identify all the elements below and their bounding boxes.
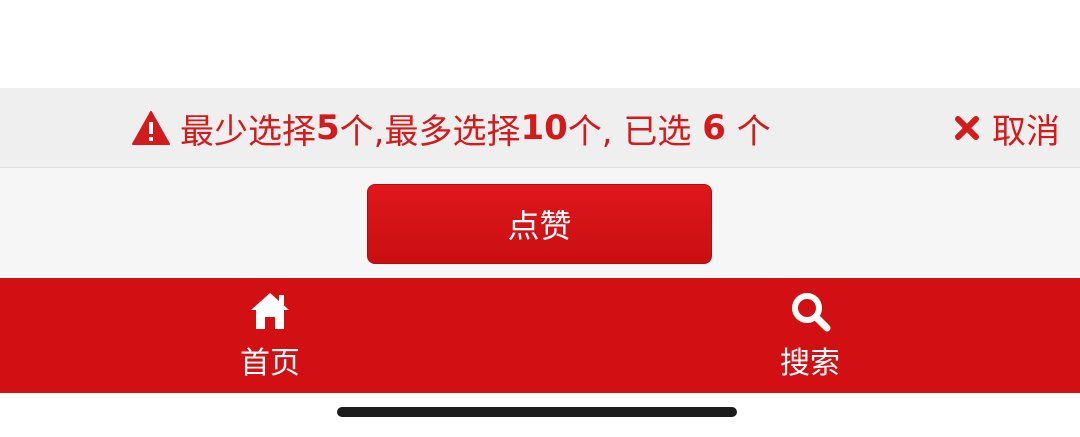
- cancel-button[interactable]: 取消: [954, 88, 1060, 168]
- search-icon: [792, 292, 831, 331]
- like-button-label: 点赞: [507, 207, 572, 245]
- tab-search[interactable]: 搜索: [720, 278, 900, 393]
- selection-notice-bar: 最少选择 5 个,最多选择 10 个, 已选 6 个 取消: [0, 88, 1080, 168]
- notice-prefix: 最少选择: [180, 111, 316, 152]
- cancel-label: 取消: [992, 111, 1060, 152]
- notice-min-count: 5: [316, 108, 340, 148]
- selection-notice: 最少选择 5 个,最多选择 10 个, 已选 6 个: [132, 88, 771, 168]
- home-indicator[interactable]: [337, 407, 737, 417]
- notice-selected-label: 个, 已选: [567, 111, 703, 152]
- bottom-tabbar: 首页 搜索: [0, 278, 1080, 393]
- home-indicator-area: [0, 393, 1080, 437]
- close-icon: [955, 116, 979, 140]
- notice-suffix: 个: [725, 111, 771, 152]
- notice-mid: 个,最多选择: [339, 111, 521, 152]
- home-icon: [251, 292, 289, 329]
- notice-max-count: 10: [520, 108, 568, 148]
- tab-home-label: 首页: [240, 345, 300, 381]
- action-area: 点赞: [0, 168, 1080, 278]
- tab-home[interactable]: 首页: [180, 278, 360, 393]
- notice-selected-count: 6: [702, 108, 726, 148]
- warning-triangle-icon: [132, 111, 170, 145]
- tab-search-label: 搜索: [780, 345, 840, 381]
- status-area: [0, 0, 1080, 88]
- like-button[interactable]: 点赞: [367, 184, 712, 264]
